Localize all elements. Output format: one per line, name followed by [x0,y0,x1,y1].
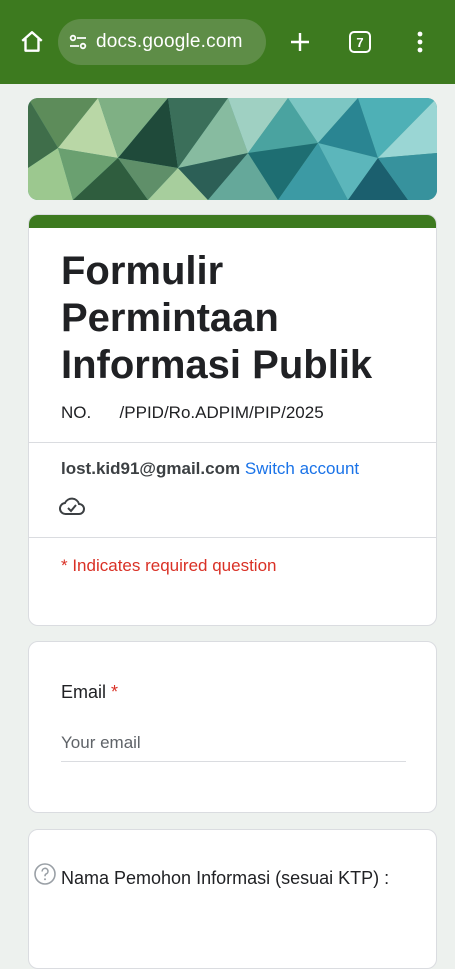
help-circle-icon[interactable] [33,862,57,891]
question-title: Email [61,682,107,702]
required-note: * Indicates required question [61,556,277,575]
form-description: NO. /PPID/Ro.ADPIM/PIP/2025 [61,403,324,422]
home-icon[interactable] [12,22,52,62]
form-header-image [28,98,437,200]
question-title: Nama Pemohon Informasi (sesuai KTP) : [61,868,390,888]
url-text: docs.google.com [96,31,243,52]
question-card-name: Nama Pemohon Informasi (sesuai KTP) : [28,829,437,969]
email-input[interactable] [61,725,406,762]
browser-toolbar: docs.google.com 7 [0,0,455,84]
form-title-card: Formulir Permintaan Informasi Publik NO.… [28,214,437,626]
switch-account-link[interactable]: Switch account [245,459,359,478]
tune-icon[interactable] [68,32,88,52]
cloud-done-icon [29,479,436,535]
theme-accent-bar [29,215,436,228]
account-email: lost.kid91@gmail.com [61,459,241,478]
tab-count: 7 [349,31,371,53]
more-vert-icon[interactable] [400,22,440,62]
form-title: Formulir Permintaan Informasi Publik [61,249,373,387]
required-asterisk: * [111,682,119,702]
tab-switcher-button[interactable]: 7 [340,22,380,62]
address-bar[interactable]: docs.google.com [58,19,266,65]
question-card-email: Email * [28,641,437,813]
question-label: Email * [29,642,436,703]
plus-icon[interactable] [280,22,320,62]
account-row: lost.kid91@gmail.com Switch account [29,443,436,479]
